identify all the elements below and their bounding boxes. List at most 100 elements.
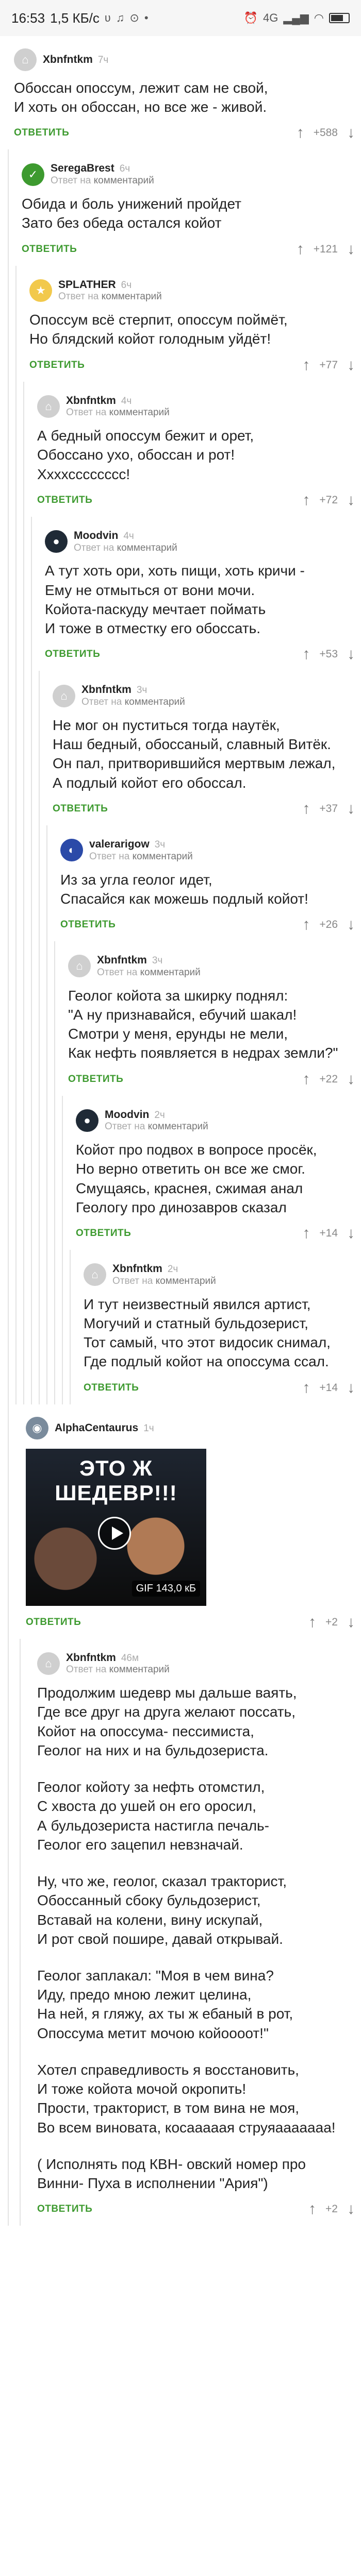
thread-line[interactable]: [8, 941, 9, 1096]
downvote-arrow-icon[interactable]: ↓: [347, 1380, 355, 1396]
reply-to-target[interactable]: комментарий: [102, 291, 162, 302]
author-nick[interactable]: Xbnfntkm: [97, 954, 147, 967]
avatar[interactable]: ◉: [26, 1416, 48, 1439]
reply-to-label[interactable]: Ответ на комментарий: [97, 967, 201, 979]
avatar[interactable]: ⌂: [37, 1652, 60, 1675]
author-nick[interactable]: Xbnfntkm: [66, 394, 116, 407]
thread-line[interactable]: [15, 516, 17, 671]
reply-to-label[interactable]: Ответ на комментарий: [66, 407, 170, 419]
downvote-arrow-icon[interactable]: ↓: [347, 125, 355, 141]
comment-time[interactable]: 2ч: [154, 1110, 165, 1122]
upvote-arrow-icon[interactable]: ↑: [302, 1226, 310, 1241]
reply-to-target[interactable]: комментарий: [117, 543, 177, 553]
reply-to-target[interactable]: комментарий: [156, 1276, 216, 1286]
reply-button[interactable]: ОТВЕТИТЬ: [29, 360, 85, 371]
downvote-arrow-icon[interactable]: ↓: [347, 241, 355, 257]
thread-line[interactable]: [39, 1250, 40, 1404]
reply-button[interactable]: ОТВЕТИТЬ: [26, 1617, 81, 1628]
thread-line[interactable]: [15, 381, 17, 517]
thread-line[interactable]: [23, 825, 24, 942]
thread-line[interactable]: [15, 671, 17, 825]
avatar[interactable]: ◐: [60, 839, 83, 862]
upvote-arrow-icon[interactable]: ↑: [308, 1614, 316, 1630]
thread-line[interactable]: [46, 825, 47, 942]
reply-to-label[interactable]: Ответ на комментарий: [89, 851, 193, 863]
comment-time[interactable]: 3ч: [155, 839, 165, 851]
reply-to-target[interactable]: комментарий: [148, 1121, 208, 1132]
reply-to-target[interactable]: комментарий: [109, 407, 170, 418]
avatar[interactable]: ⌂: [53, 684, 75, 707]
reply-button[interactable]: ОТВЕТИТЬ: [14, 127, 69, 139]
avatar[interactable]: ●: [45, 530, 68, 553]
upvote-arrow-icon[interactable]: ↑: [308, 2201, 316, 2217]
comment-time[interactable]: 4ч: [123, 531, 134, 543]
reply-to-label[interactable]: Ответ на комментарий: [81, 697, 185, 708]
reply-button[interactable]: ОТВЕТИТЬ: [60, 919, 116, 930]
downvote-arrow-icon[interactable]: ↓: [347, 2201, 355, 2217]
author-nick[interactable]: SPLATHER: [58, 278, 116, 291]
comment-time[interactable]: 6ч: [120, 163, 130, 175]
downvote-arrow-icon[interactable]: ↓: [347, 1614, 355, 1630]
thread-line[interactable]: [15, 1095, 17, 1250]
author-nick[interactable]: AlphaCentaurus: [55, 1421, 138, 1434]
thread-line[interactable]: [8, 1404, 9, 1639]
thread-line[interactable]: [31, 671, 32, 825]
downvote-arrow-icon[interactable]: ↓: [347, 801, 355, 817]
avatar[interactable]: ✓: [22, 163, 44, 186]
comment-time[interactable]: 3ч: [137, 685, 147, 697]
play-icon[interactable]: [98, 1516, 131, 1550]
downvote-arrow-icon[interactable]: ↓: [347, 1071, 355, 1087]
author-nick[interactable]: Xbnfntkm: [112, 1262, 162, 1275]
thread-line[interactable]: [46, 941, 47, 1096]
thread-line[interactable]: [15, 265, 17, 382]
reply-to-label[interactable]: Ответ на комментарий: [112, 1276, 216, 1287]
reply-button[interactable]: ОТВЕТИТЬ: [53, 803, 108, 815]
author-nick[interactable]: Xbnfntkm: [81, 683, 132, 696]
upvote-arrow-icon[interactable]: ↑: [297, 125, 304, 141]
thread-line[interactable]: [54, 1250, 55, 1404]
comment-time[interactable]: 2ч: [168, 1264, 178, 1276]
reply-button[interactable]: ОТВЕТИТЬ: [22, 244, 77, 255]
author-nick[interactable]: valerarigow: [89, 838, 150, 851]
reply-to-label[interactable]: Ответ на комментарий: [74, 543, 177, 554]
thread-line[interactable]: [46, 1250, 47, 1404]
reply-to-target[interactable]: комментарий: [94, 175, 154, 186]
thread-line[interactable]: [20, 1638, 21, 2226]
reply-to-label[interactable]: Ответ на комментарий: [58, 291, 162, 303]
comment-time[interactable]: 7ч: [98, 55, 108, 66]
author-nick[interactable]: Moodvin: [74, 529, 118, 542]
downvote-arrow-icon[interactable]: ↓: [347, 492, 355, 508]
thread-line[interactable]: [8, 1638, 9, 2226]
upvote-arrow-icon[interactable]: ↑: [302, 357, 310, 373]
thread-line[interactable]: [8, 149, 9, 266]
thread-line[interactable]: [31, 1250, 32, 1404]
reply-button[interactable]: ОТВЕТИТЬ: [84, 1382, 139, 1394]
thread-line[interactable]: [23, 941, 24, 1096]
thread-line[interactable]: [23, 1250, 24, 1404]
thread-line[interactable]: [46, 1095, 47, 1250]
reply-button[interactable]: ОТВЕТИТЬ: [37, 495, 92, 506]
thread-line[interactable]: [39, 1095, 40, 1250]
thread-line[interactable]: [23, 1095, 24, 1250]
thread-line[interactable]: [39, 941, 40, 1096]
downvote-arrow-icon[interactable]: ↓: [347, 917, 355, 933]
gif-attachment[interactable]: ЭТО Ж ШЕДЕВР!!! GIF 143,0 кБ: [26, 1448, 206, 1606]
thread-line[interactable]: [54, 1095, 55, 1250]
thread-line[interactable]: [8, 265, 9, 382]
thread-line[interactable]: [31, 516, 32, 671]
thread-line[interactable]: [15, 825, 17, 942]
reply-button[interactable]: ОТВЕТИТЬ: [37, 2204, 92, 2215]
reply-to-label[interactable]: Ответ на комментарий: [105, 1121, 208, 1133]
thread-line[interactable]: [8, 381, 9, 517]
thread-line[interactable]: [8, 516, 9, 671]
avatar[interactable]: ●: [76, 1109, 99, 1132]
thread-line[interactable]: [62, 1250, 63, 1404]
thread-line[interactable]: [23, 516, 24, 671]
author-nick[interactable]: Xbnfntkm: [66, 1651, 116, 1664]
reply-to-target[interactable]: комментарий: [109, 1664, 170, 1675]
upvote-arrow-icon[interactable]: ↑: [302, 647, 310, 662]
reply-button[interactable]: ОТВЕТИТЬ: [45, 649, 100, 660]
reply-to-target[interactable]: комментарий: [125, 697, 185, 707]
avatar[interactable]: ⌂: [84, 1263, 106, 1286]
thread-line[interactable]: [39, 825, 40, 942]
